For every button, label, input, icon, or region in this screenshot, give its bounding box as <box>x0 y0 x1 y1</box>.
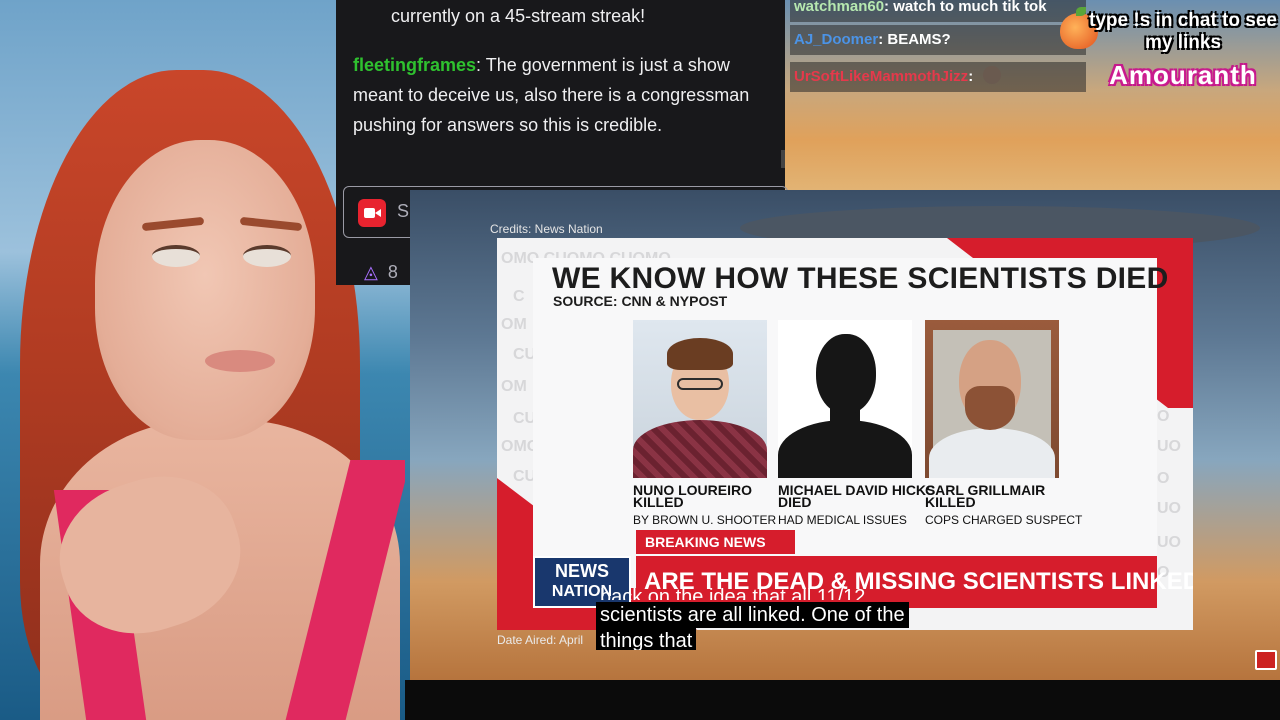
subtitles: back on the idea that all 11/12 scientis… <box>596 586 936 657</box>
channel-points[interactable]: ◬ 8 <box>364 262 398 283</box>
date-aired: Date Aired: April <box>497 633 584 647</box>
chat-message: fleetingframes: The government is just a… <box>353 50 763 140</box>
scientist-photo <box>925 320 1059 478</box>
bottom-bar <box>405 680 1280 720</box>
logo-text-top: NEWS <box>555 561 609 581</box>
scientist-detail: HAD MEDICAL ISSUES <box>778 513 907 527</box>
silhouette-photo <box>778 320 912 478</box>
scientist-detail: COPS CHARGED SUSPECT <box>925 513 1083 527</box>
scientist-card: NUNO LOUREIRO KILLED BY BROWN U. SHOOTER <box>633 320 777 527</box>
channel-watermark-icon <box>1255 650 1277 670</box>
video-camera-icon[interactable] <box>358 199 386 227</box>
subtitle-line: things that <box>596 628 697 650</box>
overlay-chat-text: BEAMS? <box>887 31 951 48</box>
video-credits: Credits: News Nation <box>490 222 603 236</box>
chat-username[interactable]: fleetingframes <box>353 55 476 75</box>
news-ticker: ARE THE DEAD & MISSING SCIENTISTS LINKED… <box>636 556 1193 608</box>
overlay-chat-username: UrSoftLikeMammothJizz <box>794 68 969 85</box>
breaking-news-label: BREAKING NEWS <box>636 530 795 554</box>
chat-message-partial: currently on a 45-stream streak! <box>391 6 646 26</box>
subtitle-partial: back on the idea that all 11/12 <box>600 586 866 600</box>
overlay-chat-row: AJ_Doomer: BEAMS? <box>790 25 1086 55</box>
scientist-card: MICHAEL DAVID HICKS DIED HAD MEDICAL ISS… <box>778 320 935 527</box>
chat-scrollbar[interactable] <box>781 150 785 168</box>
channel-points-count: 8 <box>387 262 398 282</box>
emote-icon <box>983 66 1002 84</box>
news-nation-logo: NEWS NATION <box>533 556 631 608</box>
streamer-name: Amouranth <box>1109 60 1257 90</box>
banner-text: type !s in chat to see my links <box>1089 10 1277 53</box>
overlay-chat-username: AJ_Doomer <box>794 31 879 48</box>
news-source: SOURCE: CNN & NYPOST <box>553 293 728 309</box>
overlay-chat-username: watchman60 <box>794 0 885 15</box>
links-banner: type !s in chat to see my links Amourant… <box>1088 10 1278 91</box>
scientist-photo <box>633 320 767 478</box>
overlay-chat-row: UrSoftLikeMammothJizz: <box>790 62 1086 92</box>
scientist-detail: BY BROWN U. SHOOTER <box>633 513 777 527</box>
chat-input-placeholder: S <box>397 201 410 221</box>
news-headline: WE KNOW HOW THESE SCIENTISTS DIED <box>552 262 1169 295</box>
subtitle-line: scientists are all linked. One of the <box>596 602 909 628</box>
overlay-chat-row: watchman60: watch to much tik tok <box>790 0 1086 22</box>
news-graphic: OMO CUOMO CUOMO C OM CU OM CU OMO CU O U… <box>497 238 1193 630</box>
scientist-card: CARL GRILLMAIR KILLED COPS CHARGED SUSPE… <box>925 320 1083 527</box>
overlay-chat-text: watch to much tik tok <box>893 0 1047 15</box>
channel-points-icon: ◬ <box>364 262 378 282</box>
